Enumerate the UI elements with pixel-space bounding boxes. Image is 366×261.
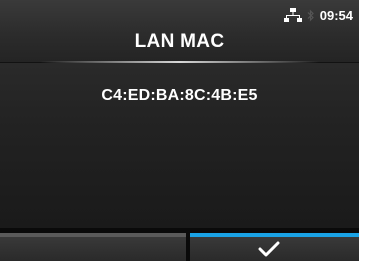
clock-time: 09:54	[319, 7, 353, 23]
softkey-bar	[0, 233, 359, 261]
page-title: LAN MAC	[134, 31, 225, 52]
mac-address-value: C4:ED:BA:8C:4B:E5	[101, 87, 258, 104]
bluetooth-icon	[307, 9, 314, 21]
printer-display: LAN MAC 09:54 C4:ED:BA:8C:4B:E5	[0, 0, 359, 261]
lan-network-icon	[283, 8, 302, 22]
header-bar: LAN MAC 09:54	[0, 0, 359, 62]
softkey-right-indicator	[190, 233, 359, 237]
softkey-left-indicator	[0, 233, 186, 237]
confirm-button[interactable]	[190, 233, 359, 261]
status-area: 09:54	[283, 7, 353, 23]
header-divider	[40, 61, 319, 63]
checkmark-icon	[258, 241, 280, 257]
softkey-left-button[interactable]	[0, 233, 186, 261]
